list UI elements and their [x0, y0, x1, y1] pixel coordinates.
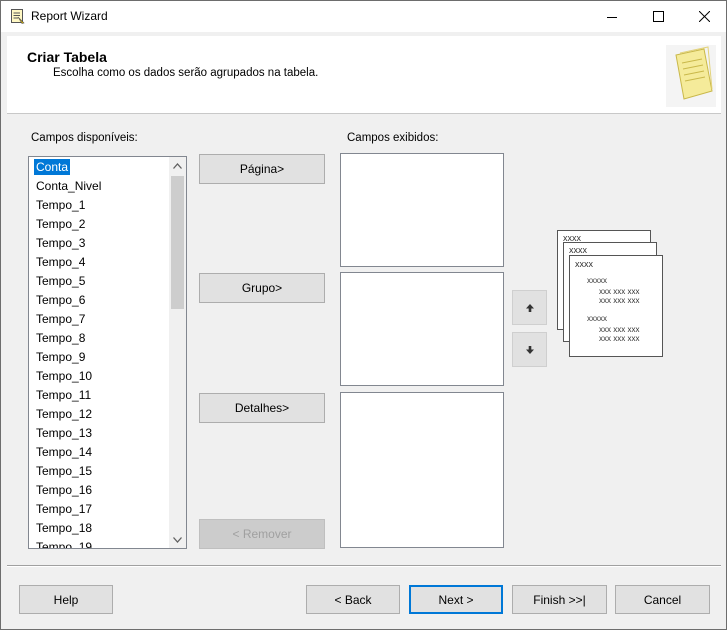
list-item-label: Tempo_2: [36, 217, 86, 231]
list-item[interactable]: Tempo_15: [29, 462, 169, 481]
list-item-label: Tempo_14: [36, 445, 93, 459]
list-item[interactable]: Tempo_19: [29, 538, 169, 549]
move-down-button[interactable]: [512, 332, 547, 367]
arrow-down-icon: [525, 345, 534, 354]
close-icon: [698, 11, 710, 22]
list-item[interactable]: Tempo_5: [29, 272, 169, 291]
group-button[interactable]: Grupo>: [199, 273, 325, 303]
list-item[interactable]: Tempo_10: [29, 367, 169, 386]
arrow-up-icon: [525, 303, 534, 312]
list-item-label: Tempo_8: [36, 331, 86, 345]
window-title: Report Wizard: [31, 9, 108, 23]
next-button[interactable]: Next >: [409, 585, 503, 614]
list-item[interactable]: Tempo_8: [29, 329, 169, 348]
wizard-header: Criar Tabela Escolha como os dados serão…: [7, 36, 721, 114]
report-wizard-icon: [11, 9, 25, 24]
page-button[interactable]: Página>: [199, 154, 325, 184]
available-fields-label: Campos disponíveis:: [31, 132, 138, 144]
report-document-icon: [666, 45, 716, 107]
list-item[interactable]: Tempo_12: [29, 405, 169, 424]
close-button[interactable]: [681, 1, 727, 32]
list-item[interactable]: Tempo_18: [29, 519, 169, 538]
remove-button[interactable]: < Remover: [199, 519, 325, 549]
preview-header-text-3: xxxx: [575, 259, 594, 269]
list-item-label: Conta: [34, 159, 71, 175]
details-button[interactable]: Detalhes>: [199, 393, 325, 423]
list-item-label: Tempo_9: [36, 350, 86, 364]
scroll-down-arrow[interactable]: [169, 531, 186, 548]
list-scrollbar[interactable]: [169, 157, 186, 548]
list-item-label: Tempo_3: [36, 236, 86, 250]
list-item[interactable]: Tempo_1: [29, 196, 169, 215]
title-bar: Report Wizard: [1, 1, 726, 32]
minimize-button[interactable]: [589, 1, 635, 32]
details-fields-list[interactable]: [340, 392, 504, 548]
list-item-label: Tempo_15: [36, 464, 93, 478]
list-item[interactable]: Tempo_2: [29, 215, 169, 234]
available-fields-list[interactable]: Conta Conta_Nivel Tempo_1 Tempo_2 Tempo_3 Tem…: [28, 156, 187, 549]
chevron-down-icon: [173, 536, 182, 543]
list-item-label: Tempo_16: [36, 483, 93, 497]
list-item-label: Tempo_19: [36, 540, 93, 549]
report-wizard-window: Report Wizard Criar Tabela Escolha como …: [0, 0, 727, 630]
list-item-label: Tempo_18: [36, 521, 93, 535]
finish-button[interactable]: Finish >>|: [512, 585, 607, 614]
preview-group-text-1: xxxxx: [587, 276, 607, 285]
preview-header-text-1: xxxx: [563, 233, 582, 243]
list-item[interactable]: Tempo_7: [29, 310, 169, 329]
displayed-fields-label: Campos exibidos:: [347, 132, 439, 144]
list-item[interactable]: Tempo_4: [29, 253, 169, 272]
list-item[interactable]: Tempo_11: [29, 386, 169, 405]
list-item-label: Tempo_17: [36, 502, 93, 516]
list-item[interactable]: Tempo_9: [29, 348, 169, 367]
list-item-label: Tempo_6: [36, 293, 86, 307]
list-item-label: Tempo_1: [36, 198, 86, 212]
list-item-label: Tempo_11: [36, 388, 92, 402]
maximize-button[interactable]: [635, 1, 681, 32]
minimize-icon: [607, 16, 617, 18]
list-item-label: Tempo_5: [36, 274, 86, 288]
table-layout-preview: xxxx xxxx xxxx xxxxx xxx xxx xxx xxx xxx…: [557, 230, 663, 357]
list-item[interactable]: Tempo_16: [29, 481, 169, 500]
list-item[interactable]: Conta: [29, 158, 169, 177]
maximize-icon: [652, 11, 664, 22]
preview-detail-text-1: xxx xxx xxx: [599, 287, 639, 296]
back-button[interactable]: < Back: [306, 585, 400, 614]
list-item[interactable]: Tempo_6: [29, 291, 169, 310]
page-title: Criar Tabela: [27, 49, 107, 65]
preview-header-text-2: xxxx: [569, 245, 588, 255]
list-item-label: Tempo_7: [36, 312, 86, 326]
scroll-thumb[interactable]: [171, 176, 184, 309]
list-item-label: Tempo_12: [36, 407, 93, 421]
list-item-label: Tempo_4: [36, 255, 86, 269]
chevron-up-icon: [173, 162, 182, 169]
list-item-label: Conta_Nivel: [36, 179, 102, 193]
preview-detail-text-3: xxx xxx xxx: [599, 325, 639, 334]
list-item[interactable]: Conta_Nivel: [29, 177, 169, 196]
list-item[interactable]: Tempo_13: [29, 424, 169, 443]
list-item[interactable]: Tempo_17: [29, 500, 169, 519]
preview-group-text-2: xxxxx: [587, 314, 607, 323]
list-item[interactable]: Tempo_14: [29, 443, 169, 462]
scroll-up-arrow[interactable]: [169, 157, 186, 174]
cancel-button[interactable]: Cancel: [615, 585, 710, 614]
move-up-button[interactable]: [512, 290, 547, 325]
page-fields-list[interactable]: [340, 153, 504, 267]
preview-detail-text-4: xxx xxx xxx: [599, 334, 639, 343]
page-subtitle: Escolha como os dados serão agrupados na…: [53, 67, 319, 79]
list-item[interactable]: Tempo_3: [29, 234, 169, 253]
group-fields-list[interactable]: [340, 272, 504, 386]
list-item-label: Tempo_10: [36, 369, 93, 383]
preview-detail-text-2: xxx xxx xxx: [599, 296, 639, 305]
list-item-label: Tempo_13: [36, 426, 93, 440]
help-button[interactable]: Help: [19, 585, 113, 614]
footer-divider-highlight: [7, 566, 721, 567]
